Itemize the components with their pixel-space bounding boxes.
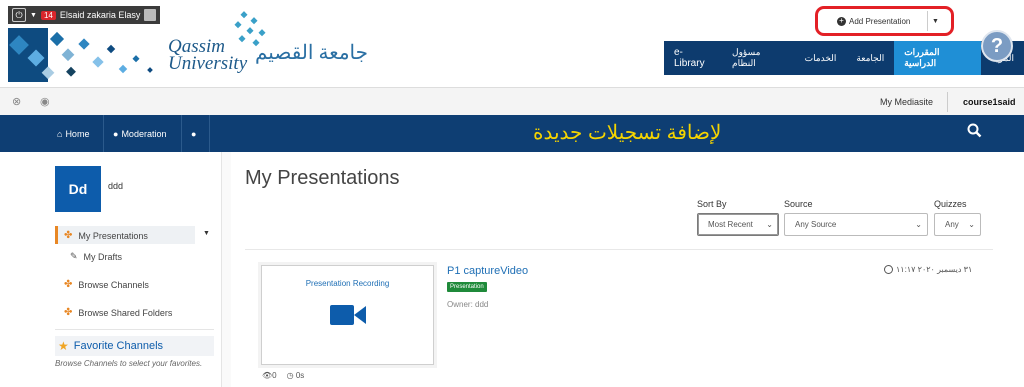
sort-by-select[interactable]: Most Recent ⌄ (697, 213, 779, 236)
user-name[interactable]: Elsaid zakaria Elasy (60, 10, 141, 20)
quizzes-label: Quizzes (934, 199, 967, 209)
sidebar-item-my-presentations[interactable]: ✤ My Presentations (64, 230, 148, 241)
divider (209, 115, 210, 152)
nav-e-library[interactable]: e-Library (664, 41, 722, 75)
divider (947, 92, 948, 112)
chevron-down-icon: ⌄ (766, 220, 773, 229)
channels-icon: ✤ (64, 279, 73, 290)
logo-english: Qassim University (168, 36, 248, 74)
sort-by-label: Sort By (697, 199, 727, 209)
presentation-thumbnail[interactable]: Presentation Recording (261, 265, 434, 365)
expand-caret-icon[interactable]: ▼ (203, 230, 210, 237)
source-label: Source (784, 199, 813, 209)
page-title: My Presentations (245, 167, 400, 189)
nav-services[interactable]: الخدمات (795, 41, 847, 75)
top-navigation: e-Library مسؤول النظام الخدمات الجامعة ا… (664, 41, 1024, 75)
nav-home[interactable]: ⌂ Home (57, 115, 89, 152)
nav-moderation[interactable]: ● Moderation (113, 115, 166, 152)
nav-profile[interactable]: ● (191, 115, 196, 152)
dropdown-arrow-icon[interactable]: ▼ (30, 12, 37, 19)
power-icon[interactable]: ⏻ (12, 8, 26, 22)
main-navigation: ⌂ Home ● Moderation ● لإضافة تسجيلات جدي… (0, 115, 1024, 152)
user-bar: ⏻ ▼ 14 Elsaid zakaria Elasy (8, 6, 161, 24)
sidebar-item-browse-channels[interactable]: ✤ Browse Channels (64, 279, 149, 290)
divider (181, 115, 182, 152)
favorite-channels-header[interactable]: ★ Favorite Channels (55, 336, 214, 356)
mediasite-subbar: ⊗ ◉ My Mediasite course1said (0, 87, 1024, 115)
user-avatar-icon[interactable] (144, 9, 157, 21)
edit-icon: ✎ (70, 251, 78, 261)
presentation-date: ٣١ ديسمبر ٢٠٢٠ ١١:١٧ (884, 265, 972, 274)
plus-circle-icon: + (837, 16, 846, 26)
user-icon: ● (191, 128, 197, 139)
favorites-hint: Browse Channels to select your favorites… (55, 359, 203, 368)
preview-eye-icon[interactable]: ◉ (40, 95, 50, 108)
views-count: 👁0 (262, 371, 277, 380)
nav-system-admin[interactable]: مسؤول النظام (722, 41, 795, 75)
clock-icon (884, 265, 893, 274)
chevron-down-icon: ⌄ (915, 220, 922, 229)
divider (55, 329, 214, 330)
logo-arabic: جامعة القصيم (255, 42, 368, 64)
help-icon[interactable]: ? (981, 30, 1013, 62)
divider (103, 115, 104, 152)
caret-down-icon[interactable]: ▼ (927, 11, 943, 31)
add-presentation-button[interactable]: + Add Presentation ▼ (829, 11, 943, 31)
presentations-icon: ✤ (64, 230, 73, 241)
profile-name: ddd (108, 181, 124, 191)
folders-icon: ✤ (64, 307, 73, 318)
university-mosaic-logo (8, 28, 153, 82)
star-icon: ★ (58, 339, 69, 353)
notification-badge[interactable]: 14 (40, 10, 56, 20)
quizzes-select[interactable]: Any ⌄ (934, 213, 981, 236)
username-label[interactable]: course1said (963, 97, 1016, 107)
nav-university[interactable]: الجامعة (846, 41, 894, 75)
close-circle-icon[interactable]: ⊗ (12, 95, 21, 108)
divider (245, 249, 993, 250)
my-mediasite-link[interactable]: My Mediasite (880, 97, 933, 107)
video-camera-icon (330, 305, 366, 325)
search-icon[interactable] (967, 123, 982, 142)
presentation-stats: 👁0 ◷ 0s (262, 371, 304, 380)
presentation-owner: Owner: ddd (447, 300, 489, 309)
clock-icon: ◷ (286, 371, 294, 380)
nav-courses[interactable]: المقررات الدراسية (894, 41, 982, 75)
avatar[interactable]: Dd (55, 166, 101, 212)
duration: ◷ 0s (286, 371, 305, 380)
sidebar-item-my-drafts[interactable]: ✎ My Drafts (70, 251, 122, 262)
arabic-annotation: لإضافة تسجيلات جديدة (533, 122, 722, 144)
person-icon: ● (113, 128, 119, 139)
sidebar-item-shared-folders[interactable]: ✤ Browse Shared Folders (64, 307, 172, 318)
presentation-title-link[interactable]: P1 captureVideo (447, 265, 528, 277)
source-select[interactable]: Any Source ⌄ (784, 213, 928, 236)
eye-icon: 👁 (262, 371, 273, 380)
chevron-down-icon: ⌄ (968, 220, 975, 229)
presentation-type-badge: Presentation (447, 282, 487, 292)
home-icon: ⌂ (57, 128, 63, 139)
